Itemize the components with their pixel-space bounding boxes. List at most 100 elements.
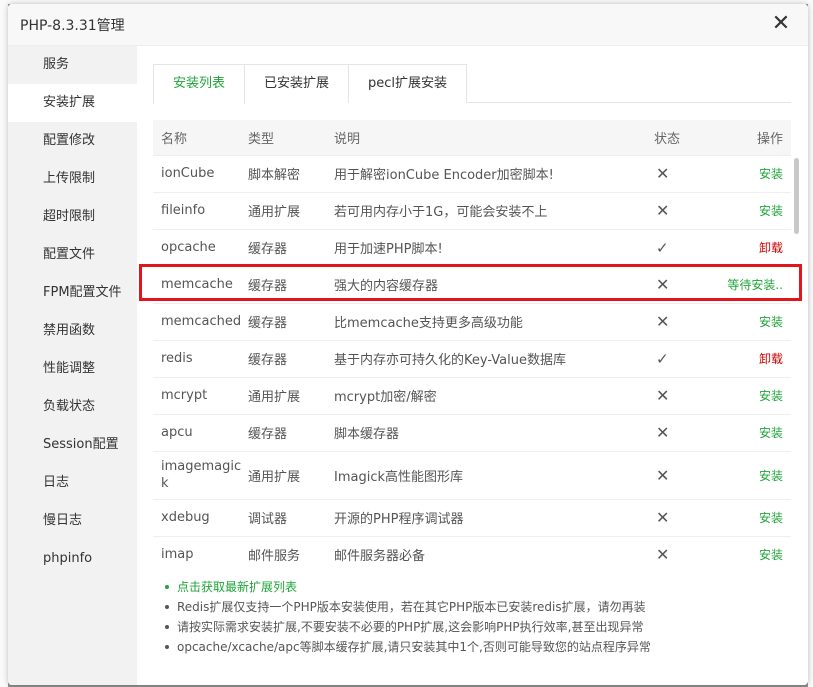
ext-type: 通用扩展 <box>240 450 326 499</box>
sidebar-item[interactable]: 安装扩展 <box>8 84 137 122</box>
ext-name: imagemagic k <box>153 450 241 499</box>
status-cell: ✕ <box>646 450 716 499</box>
ext-desc: 强大的内容缓存器 <box>326 265 646 303</box>
sidebar-item[interactable]: 配置修改 <box>8 122 137 160</box>
header-name: 名称 <box>153 120 240 155</box>
table-row: ionCube 脚本解密 用于解密ionCube Encoder加密脚本! ✕ 安装 <box>153 154 791 192</box>
status-cell: ✕ <box>646 302 716 340</box>
status-cell: ✕ <box>646 376 716 414</box>
sidebar-item[interactable]: 超时限制 <box>8 198 137 236</box>
status-cell: ✕ <box>646 498 716 536</box>
tab-install-list[interactable]: 安装列表 <box>153 64 246 104</box>
main-content: 安装列表 已安装扩展 pecl扩展安装 名称 类型 说明 状态 操作 ionCu… <box>137 46 808 685</box>
ext-desc: Imagick高性能图形库 <box>326 450 646 499</box>
install-button[interactable]: 安装 <box>759 511 783 525</box>
status-cell: ✕ <box>646 191 716 229</box>
header-op: 操作 <box>716 120 791 155</box>
op-cell: 等待安装.. <box>716 265 791 303</box>
install-button[interactable]: 安装 <box>759 389 783 403</box>
table-row: memcached 缓存器 比memcache支持更多高级功能 ✕ 安装 <box>153 302 791 340</box>
background-page-left <box>0 0 8 687</box>
table-row: memcache 缓存器 强大的内容缓存器 ✕ 等待安装.. <box>153 265 791 303</box>
op-cell: 卸载 <box>716 228 791 266</box>
ext-name: memcache <box>153 265 240 303</box>
ext-name: ionCube <box>153 154 240 192</box>
op-cell: 安装 <box>716 498 791 536</box>
table-scrollbar[interactable] <box>794 158 799 234</box>
note-item: 请按实际需求安装扩展,不要安装不必要的PHP扩展,这会影响PHP执行效率,甚至出… <box>163 617 651 637</box>
sidebar-item[interactable]: 慢日志 <box>8 502 137 540</box>
status-cell: ✓ <box>646 339 716 377</box>
sidebar-item[interactable]: 上传限制 <box>8 160 137 198</box>
tab-bar: 安装列表 已安装扩展 pecl扩展安装 <box>153 64 791 104</box>
sidebar-item[interactable]: 性能调整 <box>8 350 137 388</box>
dialog-title-bar: PHP-8.3.31管理 <box>8 4 808 46</box>
ext-desc: 用于解密ionCube Encoder加密脚本! <box>326 154 646 192</box>
table-row: imagemagic k 通用扩展 Imagick高性能图形库 ✕ 安装 <box>153 450 791 499</box>
install-button[interactable]: 安装 <box>759 315 783 329</box>
install-button[interactable]: 安装 <box>759 469 783 483</box>
sidebar-item[interactable]: FPM配置文件 <box>8 274 137 312</box>
ext-name: fileinfo <box>153 191 240 229</box>
x-icon: ✕ <box>656 312 670 331</box>
op-cell: 安装 <box>716 376 791 414</box>
x-icon: ✕ <box>656 275 670 294</box>
install-button[interactable]: 安装 <box>759 204 783 218</box>
sidebar-item[interactable]: 负载状态 <box>8 388 137 426</box>
ext-type: 缓存器 <box>240 339 326 377</box>
note-item: Redis扩展仅支持一个PHP版本安装使用，若在其它PHP版本已安装redis扩… <box>163 597 651 617</box>
install-button[interactable]: 安装 <box>759 548 783 562</box>
op-cell: 安装 <box>716 535 791 573</box>
sidebar-item[interactable]: Session配置 <box>8 426 137 464</box>
ext-type: 邮件服务 <box>240 535 326 573</box>
ext-name: opcache <box>153 228 240 266</box>
op-cell: 安装 <box>716 191 791 229</box>
table-row: mcrypt 通用扩展 mcrypt加密/解密 ✕ 安装 <box>153 376 791 414</box>
check-icon: ✓ <box>656 349 669 368</box>
ext-type: 脚本解密 <box>240 154 326 192</box>
php-manager-dialog: PHP-8.3.31管理 ✕ 服务 安装扩展 配置修改 上传限制 超时限制 配置文件 FPM… <box>8 4 808 685</box>
x-icon: ✕ <box>656 508 670 527</box>
ext-type: 缓存器 <box>240 228 326 266</box>
status-cell: ✕ <box>646 535 716 573</box>
notes-list: 点击获取最新扩展列表 Redis扩展仅支持一个PHP版本安装使用，若在其它PHP版… <box>163 577 651 657</box>
ext-name: imap <box>153 535 240 573</box>
tab-pecl-install[interactable]: pecl扩展安装 <box>348 64 468 103</box>
sidebar: 服务 安装扩展 配置修改 上传限制 超时限制 配置文件 FPM配置文件 禁用函数 性能调整 负载状… <box>8 46 137 685</box>
ext-desc: 用于加速PHP脚本! <box>326 228 646 266</box>
op-cell: 安装 <box>716 154 791 192</box>
op-cell: 安装 <box>716 413 791 451</box>
sidebar-item[interactable]: 日志 <box>8 464 137 502</box>
ext-type: 调试器 <box>240 498 326 536</box>
sidebar-item[interactable]: 禁用函数 <box>8 312 137 350</box>
ext-name-line: k <box>161 476 169 491</box>
table-row: opcache 缓存器 用于加速PHP脚本! ✓ 卸载 <box>153 228 791 266</box>
check-icon: ✓ <box>656 238 669 257</box>
ext-name: mcrypt <box>153 376 240 414</box>
dialog-title: PHP-8.3.31管理 <box>20 17 125 34</box>
ext-type: 缓存器 <box>240 413 326 451</box>
uninstall-button[interactable]: 卸载 <box>759 352 783 366</box>
ext-type: 缓存器 <box>240 302 326 340</box>
ext-name: apcu <box>153 413 240 451</box>
install-button[interactable]: 安装 <box>759 167 783 181</box>
x-icon: ✕ <box>656 465 670 485</box>
extension-table-wrap: 名称 类型 说明 状态 操作 ionCube 脚本解密 用于解密ionCube En… <box>153 120 791 573</box>
ext-name: xdebug <box>153 498 240 536</box>
ext-type: 缓存器 <box>240 265 326 303</box>
ext-type: 通用扩展 <box>240 191 326 229</box>
table-row: redis 缓存器 基于内存亦可持久化的Key-Value数据库 ✓ 卸载 <box>153 339 791 377</box>
table-row: xdebug 调试器 开源的PHP程序调试器 ✕ 安装 <box>153 498 791 536</box>
ext-desc: 比memcache支持更多高级功能 <box>326 302 646 340</box>
uninstall-button[interactable]: 卸载 <box>759 241 783 255</box>
sidebar-item[interactable]: 配置文件 <box>8 236 137 274</box>
sidebar-item[interactable]: 服务 <box>8 46 137 84</box>
tab-installed-extensions[interactable]: 已安装扩展 <box>244 64 350 103</box>
header-desc: 说明 <box>326 120 646 155</box>
ext-desc: 邮件服务器必备 <box>326 535 646 573</box>
close-icon[interactable]: ✕ <box>770 13 792 35</box>
sidebar-item[interactable]: phpinfo <box>8 540 137 578</box>
refresh-extension-list-link[interactable]: 点击获取最新扩展列表 <box>163 577 651 597</box>
pending-install-status: 等待安装.. <box>727 278 783 292</box>
install-button[interactable]: 安装 <box>759 426 783 440</box>
